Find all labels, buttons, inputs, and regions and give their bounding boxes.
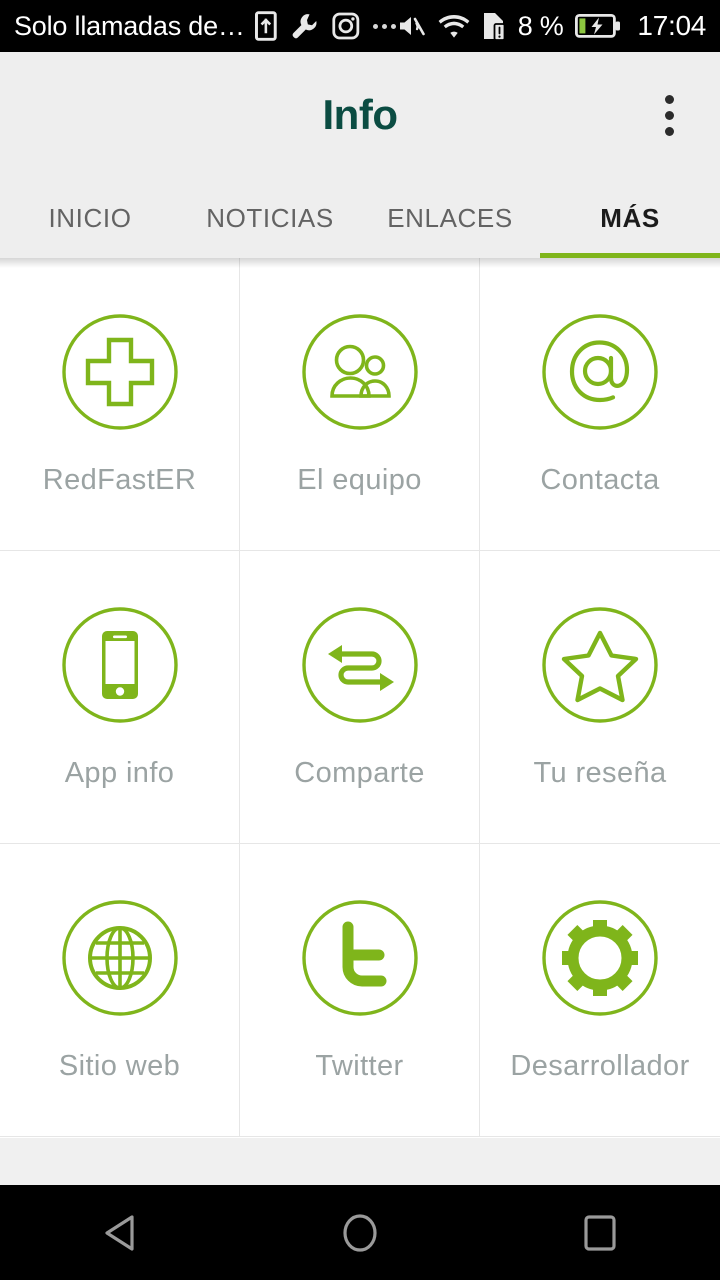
wrench-icon: [292, 14, 317, 39]
grid-item-desarrollador[interactable]: Desarrollador: [480, 844, 720, 1137]
people-group-icon: [301, 314, 418, 430]
grid-item-label: Tu reseña: [533, 757, 667, 789]
tab-inicio[interactable]: INICIO: [0, 178, 180, 258]
tab-label: NOTICIAS: [206, 202, 334, 233]
grid-item-twitter[interactable]: Twitter: [240, 844, 480, 1137]
back-triangle-icon: [105, 1214, 134, 1251]
home-button[interactable]: [300, 1185, 420, 1280]
carrier-label: Solo llamadas de…: [14, 10, 242, 41]
grid-item-label: Twitter: [315, 1050, 404, 1082]
recents-square-icon: [584, 1214, 616, 1251]
status-bar-left: Solo llamadas de…: [14, 11, 396, 42]
grid-item-label: Sitio web: [58, 1050, 181, 1082]
grid-item-label: RedFastER: [42, 464, 197, 496]
grid-item-label: El equipo: [297, 464, 422, 496]
grid-item-redfaster[interactable]: RedFastER: [0, 258, 240, 551]
grid-item-el-equipo[interactable]: El equipo: [240, 258, 480, 551]
share-exchange-arrows-icon: [301, 607, 418, 723]
more-grid-container: RedFastER El equipo Contacta App info Co…: [0, 258, 720, 1138]
recents-button[interactable]: [540, 1185, 660, 1280]
sim-upload-icon: [254, 11, 277, 41]
battery-percent-label: 8 %: [517, 10, 564, 41]
tab-noticias[interactable]: NOTICIAS: [180, 178, 360, 258]
overflow-menu-button[interactable]: [634, 52, 704, 178]
sim-alert-icon: [483, 13, 506, 41]
status-bar-right: 8 % 17:04: [396, 10, 706, 42]
grid-item-label: Comparte: [294, 757, 425, 789]
medical-cross-icon: [61, 314, 178, 430]
android-navigation-bar: [0, 1185, 720, 1280]
status-bar: Solo llamadas de… 8 % 17:04: [0, 0, 720, 52]
instagram-icon: [332, 12, 360, 40]
grid-item-label: Contacta: [540, 464, 660, 496]
globe-icon: [61, 900, 178, 1016]
phone-screen: Solo llamadas de… 8 % 17:04 Info INICIO …: [0, 0, 720, 1280]
mute-icon: [399, 17, 425, 36]
app-bar: Info: [0, 52, 720, 178]
smartphone-icon: [61, 607, 178, 723]
tab-bar: INICIO NOTICIAS ENLACES MÁS: [0, 178, 720, 258]
grid-item-contacta[interactable]: Contacta: [480, 258, 720, 551]
home-circle-icon: [343, 1213, 377, 1252]
more-dots-icon: [372, 23, 396, 29]
battery-charging-icon: [575, 14, 621, 38]
at-sign-icon: [542, 314, 658, 430]
overflow-dot: [664, 110, 674, 120]
more-grid: RedFastER El equipo Contacta App info Co…: [0, 258, 720, 1137]
gear-icon: [542, 900, 658, 1016]
twitter-t-icon: [301, 900, 418, 1016]
grid-item-comparte[interactable]: Comparte: [240, 551, 480, 844]
grid-item-label: App info: [64, 757, 175, 789]
overflow-dot: [664, 126, 674, 136]
grid-item-tu-resena[interactable]: Tu reseña: [480, 551, 720, 844]
grid-item-app-info[interactable]: App info: [0, 551, 240, 844]
star-outline-icon: [542, 607, 658, 723]
tab-mas[interactable]: MÁS: [540, 178, 720, 258]
tab-enlaces[interactable]: ENLACES: [360, 178, 540, 258]
grid-item-label: Desarrollador: [510, 1050, 690, 1082]
tab-label: ENLACES: [387, 202, 513, 233]
clock-label: 17:04: [637, 10, 706, 41]
tab-label: INICIO: [48, 202, 132, 233]
overflow-dot: [664, 94, 674, 104]
tab-label: MÁS: [600, 202, 660, 233]
grid-item-sitio-web[interactable]: Sitio web: [0, 844, 240, 1137]
back-button[interactable]: [60, 1185, 180, 1280]
wifi-icon: [438, 15, 470, 38]
page-title: Info: [322, 91, 398, 138]
